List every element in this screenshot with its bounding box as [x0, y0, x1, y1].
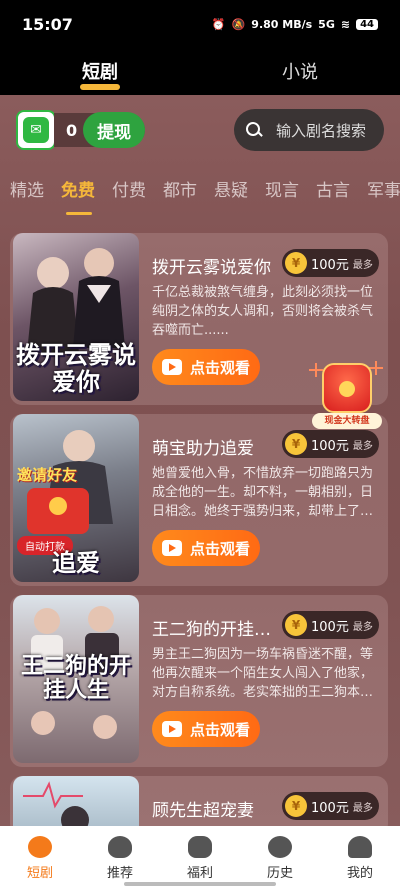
- withdraw-button[interactable]: 提现: [83, 112, 146, 148]
- wechat-logo: ✉: [16, 110, 56, 150]
- reward-suffix: 最多: [352, 621, 373, 633]
- nav-history[interactable]: 历史: [240, 826, 320, 889]
- category-tab-featured[interactable]: 精选: [10, 176, 61, 216]
- cover-title: 追爱: [52, 548, 100, 577]
- signal-indicator: 5G: [318, 17, 335, 31]
- category-tab-paid[interactable]: 付费: [112, 176, 163, 216]
- flame-icon: [108, 836, 132, 858]
- search-input[interactable]: 输入剧名搜索: [234, 109, 384, 151]
- wallet-widget: ✉ 0 提现: [16, 110, 146, 150]
- play-icon: [162, 359, 182, 375]
- yen-coin-icon: ¥: [285, 252, 307, 274]
- watch-label: 点击观看: [190, 358, 251, 377]
- film-reel-icon: [28, 836, 52, 858]
- category-tab-free[interactable]: 免费: [61, 176, 112, 216]
- nav-label: 短剧: [26, 866, 53, 881]
- wechat-icon: ✉: [23, 117, 49, 143]
- cover-title: 拨开云雾说爱你: [16, 341, 136, 396]
- yen-coin-icon: ¥: [285, 433, 307, 455]
- watch-button[interactable]: 点击观看: [152, 349, 260, 385]
- red-packet-icon: [322, 363, 372, 413]
- drama-title[interactable]: 王二狗的开挂人生: [152, 615, 280, 640]
- reward-badge: ¥ 100元 最多: [282, 792, 379, 820]
- yen-coin-icon: ¥: [285, 795, 307, 817]
- drama-title[interactable]: 萌宝助力追爱: [152, 434, 280, 459]
- tab-short-drama[interactable]: 短剧: [0, 48, 200, 95]
- nav-welfare[interactable]: 福利: [160, 826, 240, 889]
- nav-label: 福利: [186, 866, 213, 881]
- money-bag-icon: [188, 836, 212, 858]
- mute-icon: 🔕: [231, 17, 246, 31]
- battery-indicator: 44: [356, 18, 378, 30]
- alarm-icon: ⏰: [211, 17, 226, 31]
- play-icon: [162, 540, 182, 556]
- reward-amount: 100元: [311, 438, 349, 454]
- cash-wheel-widget[interactable]: 现金大转盘: [306, 357, 386, 435]
- bottom-nav: 短剧 推荐 福利 历史 我的: [0, 826, 400, 889]
- status-time: 15:07: [22, 14, 73, 34]
- drama-description: 千亿总裁被煞气缠身，此刻必须找一位纯阴之体的女人调和，否则将会被杀气吞噬而亡..…: [152, 285, 374, 338]
- top-tabs: 短剧 小说: [0, 48, 400, 95]
- balance-value: 0: [66, 120, 78, 140]
- watch-label: 点击观看: [190, 720, 251, 739]
- category-tab-suspense[interactable]: 悬疑: [214, 176, 265, 216]
- nav-profile[interactable]: 我的: [320, 826, 400, 889]
- drama-description: 她曾爱他入骨，不惜放弃一切跑路只为成全他的一生。却不料，一朝相别，日日相念。她终…: [152, 466, 374, 519]
- wifi-icon: ≋: [340, 17, 351, 31]
- drama-card[interactable]: 王二狗的开挂人生 王二狗的开挂人生 ¥ 100元 最多 男主王二狗因为一场车祸昏…: [10, 595, 388, 767]
- reward-suffix: 最多: [352, 440, 373, 452]
- play-icon: [162, 721, 182, 737]
- cover-title: 王二狗的开挂人生: [20, 653, 131, 703]
- watch-button[interactable]: 点击观看: [152, 711, 260, 747]
- nav-label: 我的: [346, 866, 373, 881]
- reward-amount: 100元: [311, 800, 349, 816]
- reward-badge: ¥ 100元 最多: [282, 611, 379, 639]
- tab-novel[interactable]: 小说: [200, 48, 400, 95]
- category-tab-urban[interactable]: 都市: [163, 176, 214, 216]
- drama-card[interactable]: 邀请好友 自动打款 追爱 萌宝助力追爱 ¥ 100元 最多 她曾爱他入骨，不惜放…: [10, 414, 388, 586]
- category-tab-military[interactable]: 军事: [367, 176, 400, 216]
- cash-wheel-label: 现金大转盘: [312, 413, 382, 429]
- drama-cover[interactable]: 邀请好友 自动打款 追爱: [13, 414, 139, 582]
- search-placeholder: 输入剧名搜索: [276, 121, 367, 140]
- nav-short-drama[interactable]: 短剧: [0, 826, 80, 889]
- nav-label: 历史: [266, 866, 293, 881]
- invite-friends-banner: 邀请好友: [17, 466, 78, 484]
- reward-badge: ¥ 100元 最多: [282, 249, 379, 277]
- user-icon: [348, 836, 372, 858]
- balance-pill: 0 提现: [54, 112, 146, 148]
- home-indicator[interactable]: [124, 882, 276, 886]
- category-tabs: 精选 免费 付费 都市 悬疑 现言 古言 军事: [0, 176, 400, 216]
- category-tab-ancient-romance[interactable]: 古言: [316, 176, 367, 216]
- drama-title[interactable]: 拨开云雾说爱你: [152, 253, 280, 278]
- net-speed: 9.80 MB/s: [251, 17, 313, 31]
- watch-button[interactable]: 点击观看: [152, 530, 260, 566]
- nav-label: 推荐: [106, 866, 133, 881]
- search-icon: [246, 122, 262, 138]
- clock-icon: [268, 836, 292, 858]
- status-indicators: ⏰ 🔕 9.80 MB/s 5G ≋ 44: [212, 18, 378, 31]
- category-tab-modern-romance[interactable]: 现言: [265, 176, 316, 216]
- reward-amount: 100元: [311, 619, 349, 635]
- reward-amount: 100元: [311, 257, 349, 273]
- drama-cover[interactable]: 拨开云雾说爱你: [13, 233, 139, 401]
- watch-label: 点击观看: [190, 539, 251, 558]
- status-bar: 15:07 ⏰ 🔕 9.80 MB/s 5G ≋ 44: [0, 0, 400, 48]
- nav-recommend[interactable]: 推荐: [80, 826, 160, 889]
- yen-coin-icon: ¥: [285, 614, 307, 636]
- drama-cover[interactable]: 王二狗的开挂人生: [13, 595, 139, 763]
- drama-title[interactable]: 顾先生超宠妻: [152, 796, 280, 821]
- drama-description: 男主王二狗因为一场车祸昏迷不醒，等他再次醒来一个陌生女人闯入了他家，对方自称系统…: [152, 647, 374, 700]
- reward-suffix: 最多: [352, 259, 373, 271]
- reward-suffix: 最多: [352, 802, 373, 814]
